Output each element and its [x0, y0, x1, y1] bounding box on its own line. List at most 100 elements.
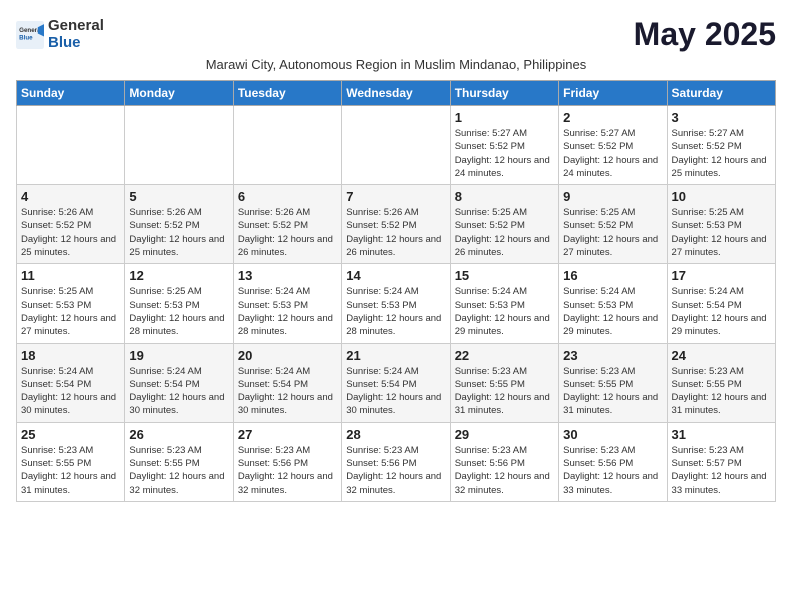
day-header-sunday: Sunday	[17, 81, 125, 106]
day-info: Sunrise: 5:24 AM Sunset: 5:54 PM Dayligh…	[346, 365, 445, 418]
calendar-cell: 24 Sunrise: 5:23 AM Sunset: 5:55 PM Dayli…	[667, 343, 775, 422]
day-info: Sunrise: 5:26 AM Sunset: 5:52 PM Dayligh…	[129, 206, 228, 259]
logo: General Blue General Blue	[16, 18, 104, 51]
calendar-cell	[233, 106, 341, 185]
day-number: 14	[346, 268, 445, 283]
day-info: Sunrise: 5:23 AM Sunset: 5:55 PM Dayligh…	[563, 365, 662, 418]
calendar-cell: 8 Sunrise: 5:25 AM Sunset: 5:52 PM Daylig…	[450, 185, 558, 264]
day-info: Sunrise: 5:24 AM Sunset: 5:54 PM Dayligh…	[21, 365, 120, 418]
calendar-cell: 16 Sunrise: 5:24 AM Sunset: 5:53 PM Dayli…	[559, 264, 667, 343]
day-info: Sunrise: 5:23 AM Sunset: 5:56 PM Dayligh…	[346, 444, 445, 497]
day-info: Sunrise: 5:23 AM Sunset: 5:57 PM Dayligh…	[672, 444, 771, 497]
day-number: 24	[672, 348, 771, 363]
calendar-week-row: 25 Sunrise: 5:23 AM Sunset: 5:55 PM Dayli…	[17, 422, 776, 501]
calendar-cell: 1 Sunrise: 5:27 AM Sunset: 5:52 PM Daylig…	[450, 106, 558, 185]
calendar-cell: 10 Sunrise: 5:25 AM Sunset: 5:53 PM Dayli…	[667, 185, 775, 264]
day-info: Sunrise: 5:25 AM Sunset: 5:53 PM Dayligh…	[672, 206, 771, 259]
logo-blue-text: Blue	[48, 35, 104, 52]
day-info: Sunrise: 5:24 AM Sunset: 5:53 PM Dayligh…	[346, 285, 445, 338]
day-number: 23	[563, 348, 662, 363]
day-header-saturday: Saturday	[667, 81, 775, 106]
calendar-cell: 4Sunrise: 5:26 AM Sunset: 5:52 PM Daylig…	[17, 185, 125, 264]
day-info: Sunrise: 5:25 AM Sunset: 5:53 PM Dayligh…	[129, 285, 228, 338]
calendar-cell: 28Sunrise: 5:23 AM Sunset: 5:56 PM Dayli…	[342, 422, 450, 501]
day-number: 15	[455, 268, 554, 283]
calendar-cell: 6 Sunrise: 5:26 AM Sunset: 5:52 PM Daylig…	[233, 185, 341, 264]
calendar-cell: 17 Sunrise: 5:24 AM Sunset: 5:54 PM Dayli…	[667, 264, 775, 343]
day-number: 8	[455, 189, 554, 204]
calendar-cell: 11 Sunrise: 5:25 AM Sunset: 5:53 PM Dayli…	[17, 264, 125, 343]
day-number: 18	[21, 348, 120, 363]
day-info: Sunrise: 5:25 AM Sunset: 5:53 PM Dayligh…	[21, 285, 120, 338]
day-number: 16	[563, 268, 662, 283]
calendar-cell: 30 Sunrise: 5:23 AM Sunset: 5:56 PM Dayli…	[559, 422, 667, 501]
calendar-week-row: 18 Sunrise: 5:24 AM Sunset: 5:54 PM Dayli…	[17, 343, 776, 422]
day-header-thursday: Thursday	[450, 81, 558, 106]
month-title: May 2025	[634, 16, 776, 53]
svg-text:Blue: Blue	[19, 34, 33, 41]
page-header: General Blue General Blue May 2025	[16, 16, 776, 53]
calendar-subtitle: Marawi City, Autonomous Region in Muslim…	[16, 57, 776, 72]
calendar-week-row: 11 Sunrise: 5:25 AM Sunset: 5:53 PM Dayli…	[17, 264, 776, 343]
day-number: 3	[672, 110, 771, 125]
day-info: Sunrise: 5:24 AM Sunset: 5:53 PM Dayligh…	[455, 285, 554, 338]
day-number: 31	[672, 427, 771, 442]
day-number: 11	[21, 268, 120, 283]
day-number: 6	[238, 189, 337, 204]
calendar-cell: 7 Sunrise: 5:26 AM Sunset: 5:52 PM Daylig…	[342, 185, 450, 264]
day-info: Sunrise: 5:23 AM Sunset: 5:56 PM Dayligh…	[238, 444, 337, 497]
day-header-wednesday: Wednesday	[342, 81, 450, 106]
calendar-week-row: 4Sunrise: 5:26 AM Sunset: 5:52 PM Daylig…	[17, 185, 776, 264]
day-number: 1	[455, 110, 554, 125]
day-header-tuesday: Tuesday	[233, 81, 341, 106]
calendar-cell: 25Sunrise: 5:23 AM Sunset: 5:55 PM Dayli…	[17, 422, 125, 501]
day-info: Sunrise: 5:23 AM Sunset: 5:56 PM Dayligh…	[563, 444, 662, 497]
day-info: Sunrise: 5:27 AM Sunset: 5:52 PM Dayligh…	[455, 127, 554, 180]
calendar-cell: 13 Sunrise: 5:24 AM Sunset: 5:53 PM Dayli…	[233, 264, 341, 343]
day-number: 10	[672, 189, 771, 204]
day-info: Sunrise: 5:25 AM Sunset: 5:52 PM Dayligh…	[563, 206, 662, 259]
calendar-cell: 15 Sunrise: 5:24 AM Sunset: 5:53 PM Dayli…	[450, 264, 558, 343]
day-number: 9	[563, 189, 662, 204]
calendar-cell: 20Sunrise: 5:24 AM Sunset: 5:54 PM Dayli…	[233, 343, 341, 422]
day-info: Sunrise: 5:24 AM Sunset: 5:53 PM Dayligh…	[563, 285, 662, 338]
calendar-cell: 9 Sunrise: 5:25 AM Sunset: 5:52 PM Daylig…	[559, 185, 667, 264]
logo-general-text: General	[48, 18, 104, 35]
day-info: Sunrise: 5:23 AM Sunset: 5:55 PM Dayligh…	[129, 444, 228, 497]
day-number: 26	[129, 427, 228, 442]
calendar-cell: 5Sunrise: 5:26 AM Sunset: 5:52 PM Daylig…	[125, 185, 233, 264]
calendar-header-row: SundayMondayTuesdayWednesdayThursdayFrid…	[17, 81, 776, 106]
day-number: 17	[672, 268, 771, 283]
calendar-table: SundayMondayTuesdayWednesdayThursdayFrid…	[16, 80, 776, 502]
day-info: Sunrise: 5:24 AM Sunset: 5:54 PM Dayligh…	[672, 285, 771, 338]
calendar-cell	[125, 106, 233, 185]
day-info: Sunrise: 5:26 AM Sunset: 5:52 PM Dayligh…	[238, 206, 337, 259]
day-info: Sunrise: 5:27 AM Sunset: 5:52 PM Dayligh…	[672, 127, 771, 180]
calendar-cell: 29Sunrise: 5:23 AM Sunset: 5:56 PM Dayli…	[450, 422, 558, 501]
day-info: Sunrise: 5:24 AM Sunset: 5:53 PM Dayligh…	[238, 285, 337, 338]
day-number: 13	[238, 268, 337, 283]
day-info: Sunrise: 5:23 AM Sunset: 5:55 PM Dayligh…	[455, 365, 554, 418]
day-number: 7	[346, 189, 445, 204]
calendar-cell: 31 Sunrise: 5:23 AM Sunset: 5:57 PM Dayli…	[667, 422, 775, 501]
calendar-cell	[342, 106, 450, 185]
calendar-cell: 18 Sunrise: 5:24 AM Sunset: 5:54 PM Dayli…	[17, 343, 125, 422]
day-number: 22	[455, 348, 554, 363]
day-info: Sunrise: 5:24 AM Sunset: 5:54 PM Dayligh…	[129, 365, 228, 418]
calendar-cell: 3 Sunrise: 5:27 AM Sunset: 5:52 PM Daylig…	[667, 106, 775, 185]
day-info: Sunrise: 5:25 AM Sunset: 5:52 PM Dayligh…	[455, 206, 554, 259]
calendar-week-row: 1 Sunrise: 5:27 AM Sunset: 5:52 PM Daylig…	[17, 106, 776, 185]
calendar-cell: 26 Sunrise: 5:23 AM Sunset: 5:55 PM Dayli…	[125, 422, 233, 501]
day-number: 21	[346, 348, 445, 363]
day-info: Sunrise: 5:27 AM Sunset: 5:52 PM Dayligh…	[563, 127, 662, 180]
logo-icon: General Blue	[16, 21, 44, 49]
day-number: 27	[238, 427, 337, 442]
day-info: Sunrise: 5:23 AM Sunset: 5:55 PM Dayligh…	[672, 365, 771, 418]
calendar-cell: 22 Sunrise: 5:23 AM Sunset: 5:55 PM Dayli…	[450, 343, 558, 422]
day-number: 12	[129, 268, 228, 283]
day-number: 30	[563, 427, 662, 442]
day-info: Sunrise: 5:26 AM Sunset: 5:52 PM Dayligh…	[346, 206, 445, 259]
calendar-cell: 21 Sunrise: 5:24 AM Sunset: 5:54 PM Dayli…	[342, 343, 450, 422]
day-number: 25	[21, 427, 120, 442]
day-number: 29	[455, 427, 554, 442]
